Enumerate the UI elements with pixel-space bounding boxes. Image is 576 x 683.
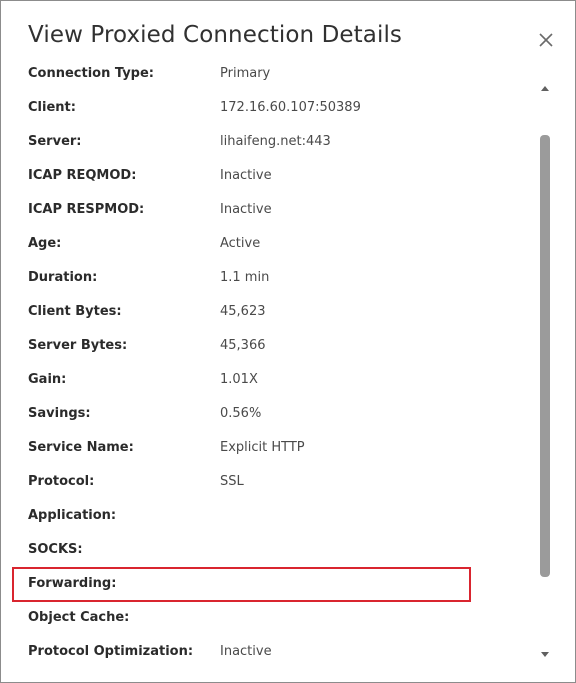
detail-value: 172.16.60.107:50389	[220, 100, 361, 115]
detail-label: Client:	[28, 100, 76, 115]
detail-value: 45,623	[220, 304, 266, 319]
detail-value: Primary	[220, 67, 271, 81]
connection-details-dialog: View Proxied Connection Details Connecti…	[0, 0, 576, 683]
detail-row: Object Cache:	[1, 601, 531, 635]
detail-label: Duration:	[28, 270, 98, 285]
detail-value: Inactive	[220, 168, 272, 183]
detail-row: Age: Active	[1, 227, 531, 261]
detail-label: Connection Type:	[28, 67, 155, 81]
detail-label: Server:	[28, 134, 82, 149]
detail-label: Gain:	[28, 372, 67, 387]
detail-row: Protocol: SSL	[1, 465, 531, 499]
close-icon[interactable]	[536, 30, 556, 50]
detail-row: Duration: 1.1 min	[1, 261, 531, 295]
detail-label: Server Bytes:	[28, 338, 128, 353]
detail-label: Savings:	[28, 406, 91, 421]
scroll-up-arrow-icon[interactable]	[539, 79, 551, 91]
detail-value: Active	[220, 236, 261, 251]
scroll-down-arrow-icon[interactable]	[539, 644, 551, 657]
detail-label: ICAP RESPMOD:	[28, 202, 145, 217]
forwarding-row-highlight	[12, 567, 471, 602]
detail-row: Client Bytes: 45,623	[1, 295, 531, 329]
detail-label: Client Bytes:	[28, 304, 122, 319]
detail-row: Server: lihaifeng.net:443	[1, 125, 531, 159]
detail-row: Protocol Optimization: Inactive	[1, 635, 531, 663]
detail-row: ICAP REQMOD: Inactive	[1, 159, 531, 193]
detail-label: SOCKS:	[28, 542, 83, 557]
detail-value: 0.56%	[220, 406, 262, 421]
detail-label: Age:	[28, 236, 62, 251]
detail-row: Application:	[1, 499, 531, 533]
detail-row: SOCKS:	[1, 533, 531, 567]
detail-value: Inactive	[220, 202, 272, 217]
detail-value: 45,366	[220, 338, 266, 353]
detail-label: Protocol:	[28, 474, 95, 489]
detail-value: Explicit HTTP	[220, 440, 305, 455]
detail-value: 1.01X	[220, 372, 258, 387]
detail-row: Gain: 1.01X	[1, 363, 531, 397]
detail-label: Service Name:	[28, 440, 134, 455]
detail-row: Client: 172.16.60.107:50389	[1, 91, 531, 125]
detail-row: Savings: 0.56%	[1, 397, 531, 431]
scrollbar-thumb[interactable]	[540, 135, 550, 577]
detail-label: Protocol Optimization:	[28, 644, 194, 659]
detail-row: Connection Type: Primary	[1, 67, 531, 91]
detail-label: Application:	[28, 508, 117, 523]
detail-value: 1.1 min	[220, 270, 270, 285]
detail-label: ICAP REQMOD:	[28, 168, 137, 183]
detail-label: Object Cache:	[28, 610, 130, 625]
detail-row: Server Bytes: 45,366	[1, 329, 531, 363]
detail-value: lihaifeng.net:443	[220, 134, 331, 149]
dialog-title: View Proxied Connection Details	[28, 22, 403, 48]
detail-value: Inactive	[220, 644, 272, 659]
detail-row: ICAP RESPMOD: Inactive	[1, 193, 531, 227]
detail-value: SSL	[220, 474, 244, 489]
detail-row: Service Name: Explicit HTTP	[1, 431, 531, 465]
